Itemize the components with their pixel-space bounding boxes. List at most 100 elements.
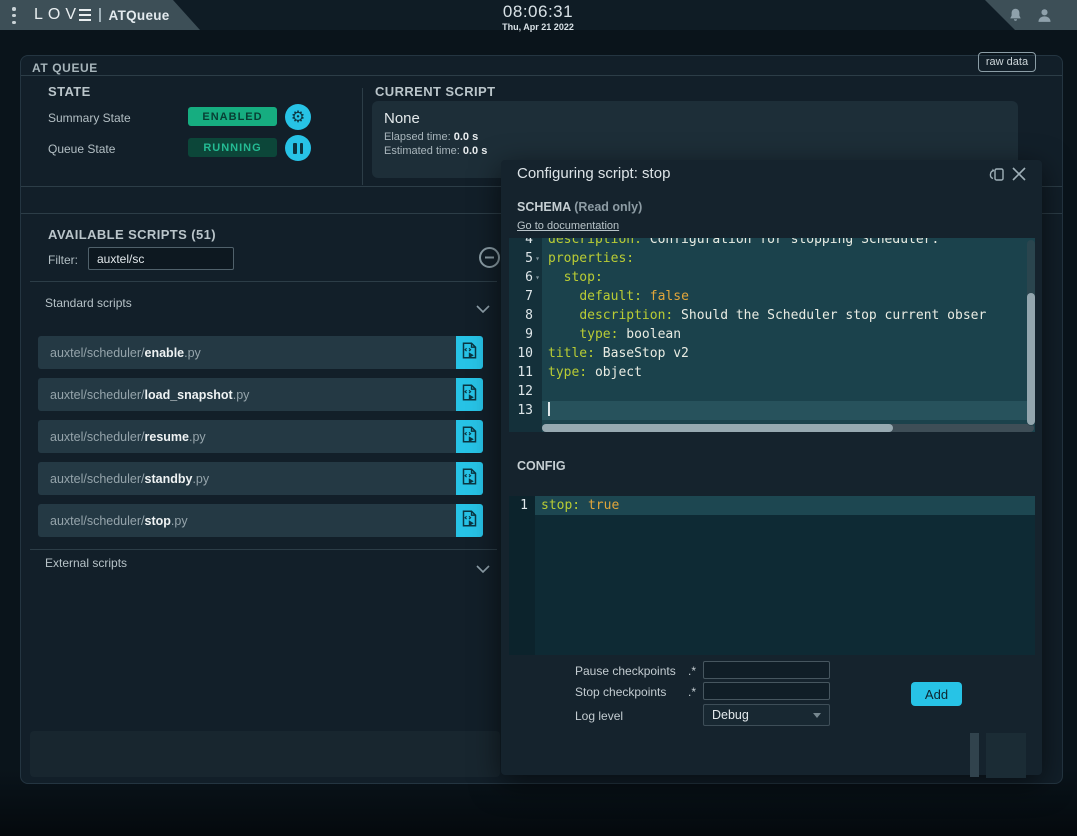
- user-account-icon[interactable]: [1036, 7, 1053, 24]
- queue-state-label: Queue State: [48, 142, 115, 156]
- summary-state-config-button[interactable]: ⚙: [285, 104, 311, 130]
- text-cursor: [548, 402, 550, 416]
- app-name: ATQueue: [109, 8, 170, 23]
- standard-scripts-chevron-down-icon[interactable]: [476, 300, 490, 318]
- current-script-name: None: [384, 110, 1018, 127]
- chevron-down-icon: [813, 713, 821, 718]
- background-panel-fragment: [986, 733, 1026, 778]
- pause-checkpoints-label: Pause checkpoints: [575, 664, 676, 678]
- script-row[interactable]: auxtel/scheduler/load_snapshot.py: [38, 378, 483, 411]
- script-path: auxtel/scheduler/load_snapshot.py: [38, 378, 456, 411]
- clock-time: 08:06:31: [463, 2, 613, 22]
- pause-checkpoints-input[interactable]: [703, 661, 830, 679]
- top-bar: LOV ATQueue 08:06:31 Thu, Apr 21 2022: [0, 0, 1077, 30]
- code-line: 10title: BaseStop v2: [509, 344, 1035, 363]
- estimated-time-value: 0.0 s: [463, 145, 487, 157]
- standard-scripts-group-label: Standard scripts: [45, 296, 132, 310]
- launch-script-button[interactable]: [456, 504, 483, 537]
- panel-title: AT QUEUE: [32, 61, 98, 75]
- queue-state-badge: RUNNING: [188, 138, 277, 157]
- atqueue-screen: LOV ATQueue 08:06:31 Thu, Apr 21 2022 AT…: [0, 0, 1077, 836]
- script-row[interactable]: auxtel/scheduler/resume.py: [38, 420, 483, 453]
- menu-icon[interactable]: [12, 7, 16, 24]
- script-row[interactable]: auxtel/scheduler/stop.py: [38, 504, 483, 537]
- schema-hscrollbar-thumb[interactable]: [542, 424, 893, 432]
- documentation-link[interactable]: Go to documentation: [517, 220, 619, 232]
- filter-input[interactable]: [88, 247, 234, 270]
- modal-title: Configuring script: stop: [517, 165, 670, 182]
- current-script-heading: CURRENT SCRIPT: [375, 84, 495, 99]
- code-line: 7 default: false: [509, 287, 1035, 306]
- estimated-time-row: Estimated time: 0.0 s: [384, 145, 1018, 157]
- gear-icon: ⚙: [291, 109, 305, 125]
- code-line: 6▾ stop:: [509, 268, 1035, 287]
- elapsed-time-label: Elapsed time:: [384, 131, 451, 143]
- divider: [30, 281, 497, 282]
- log-level-label: Log level: [575, 709, 623, 723]
- script-path: auxtel/scheduler/stop.py: [38, 504, 456, 537]
- collapse-panel-icon[interactable]: [478, 246, 501, 269]
- divider: [362, 88, 363, 185]
- logo-text: LOV: [34, 6, 81, 24]
- code-line: 1stop: true: [509, 496, 1035, 515]
- script-launch-icon: [462, 426, 477, 448]
- script-path: auxtel/scheduler/standby.py: [38, 462, 456, 495]
- summary-state-badge: ENABLED: [188, 107, 277, 126]
- clock: 08:06:31 Thu, Apr 21 2022: [463, 2, 613, 32]
- code-line: 5▾properties:: [509, 249, 1035, 268]
- pause-icon: [293, 143, 303, 154]
- stop-checkpoints-input[interactable]: [703, 682, 830, 700]
- schema-heading: SCHEMA (Read only): [517, 200, 642, 214]
- fold-caret-icon: ▾: [533, 249, 542, 268]
- code-line: 9 type: boolean: [509, 325, 1035, 344]
- schema-heading-text: SCHEMA: [517, 200, 571, 214]
- available-scripts-heading: AVAILABLE SCRIPTS (51): [48, 227, 216, 242]
- script-launch-icon: [462, 510, 477, 532]
- config-lines: 1stop: true: [509, 496, 1035, 515]
- pause-queue-button[interactable]: [285, 135, 311, 161]
- divider: [30, 549, 497, 550]
- schema-vscrollbar-thumb[interactable]: [1027, 293, 1035, 425]
- summary-state-label: Summary State: [48, 111, 131, 125]
- logo-e-icon: [79, 9, 91, 21]
- script-row[interactable]: auxtel/scheduler/standby.py: [38, 462, 483, 495]
- fold-caret-icon: ▾: [533, 268, 542, 287]
- stop-checkpoints-label: Stop checkpoints: [575, 685, 666, 699]
- background-panel-fragment: [30, 731, 500, 777]
- elapsed-time-row: Elapsed time: 0.0 s: [384, 131, 1018, 143]
- script-launch-icon: [462, 384, 477, 406]
- external-scripts-chevron-down-icon[interactable]: [476, 560, 490, 578]
- code-line: 13: [509, 401, 1035, 420]
- launch-script-button[interactable]: [456, 420, 483, 453]
- script-launch-icon: [462, 342, 477, 364]
- clock-date: Thu, Apr 21 2022: [463, 22, 613, 32]
- config-heading: CONFIG: [517, 459, 566, 473]
- background-scrollbar-fragment: [970, 733, 979, 777]
- add-button[interactable]: Add: [911, 682, 962, 706]
- raw-data-button[interactable]: raw data: [978, 52, 1036, 72]
- config-code-editor[interactable]: 1stop: true: [509, 496, 1035, 655]
- script-path: auxtel/scheduler/enable.py: [38, 336, 456, 369]
- schema-lines: 4description: Configuration for stopping…: [509, 238, 1035, 420]
- launch-script-button[interactable]: [456, 336, 483, 369]
- log-level-value: Debug: [712, 708, 749, 722]
- schema-readonly-note: (Read only): [574, 200, 642, 214]
- external-scripts-group-label: External scripts: [45, 556, 127, 570]
- config-editor-gutter: [509, 496, 535, 655]
- schema-code-editor[interactable]: 4description: Configuration for stopping…: [509, 238, 1035, 432]
- code-line: 12: [509, 382, 1035, 401]
- stop-checkpoints-regex-hint: .*: [688, 685, 696, 699]
- logo-separator: [99, 8, 101, 22]
- love-logo: LOV ATQueue: [34, 6, 170, 24]
- script-row[interactable]: auxtel/scheduler/enable.py: [38, 336, 483, 369]
- script-path: auxtel/scheduler/resume.py: [38, 420, 456, 453]
- launch-script-button[interactable]: [456, 462, 483, 495]
- code-line: 8 description: Should the Scheduler stop…: [509, 306, 1035, 325]
- code-line: 11type: object: [509, 363, 1035, 382]
- close-icon[interactable]: [1012, 167, 1026, 186]
- launch-script-button[interactable]: [456, 378, 483, 411]
- log-level-select[interactable]: Debug: [703, 704, 830, 726]
- code-line: 4description: Configuration for stopping…: [509, 238, 1035, 249]
- detach-window-icon[interactable]: [989, 167, 1005, 187]
- notifications-bell-icon[interactable]: [1007, 7, 1024, 24]
